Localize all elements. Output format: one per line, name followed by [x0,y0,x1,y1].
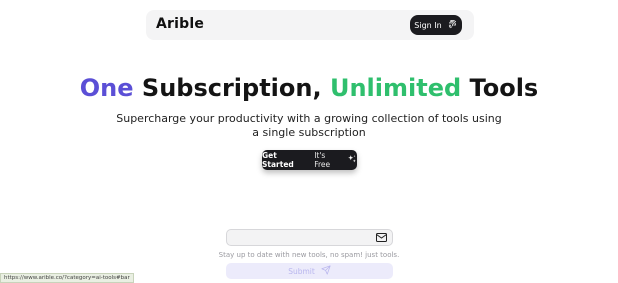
newsletter-hint: Stay up to date with new tools, no spam!… [218,251,400,259]
title-word-subscription: Subscription, [141,74,322,102]
link-status-bar: https://www.arible.co/?category=ai-tools… [0,273,134,283]
sparkle-icon [347,154,357,166]
get-started-button[interactable]: Get Started It's Free [262,150,357,170]
title-word-one: One [79,74,134,102]
submit-label: Submit [288,266,315,276]
subtitle-line-2: a single subscription [252,126,366,139]
sign-in-button[interactable]: Sign In [410,15,462,35]
sign-in-label: Sign In [414,20,442,30]
cta-free-label: It's Free [314,151,331,169]
subtitle-line-1: Supercharge your productivity with a gro… [116,112,502,125]
email-field[interactable] [226,229,393,246]
brand-logo[interactable]: Arible [156,16,204,32]
fingerprint-icon [447,19,458,32]
hero-title: One Subscription, Unlimited Tools [0,72,618,104]
title-word-unlimited: Unlimited [329,74,462,102]
title-word-tools: Tools [469,74,539,102]
email-input[interactable] [233,231,372,246]
submit-button[interactable]: Submit [226,263,393,279]
send-icon [321,265,331,277]
hero-subtitle: Supercharge your productivity with a gro… [0,112,618,140]
cta-label: Get Started [262,151,294,169]
top-navbar: Arible Sign In [146,10,474,40]
